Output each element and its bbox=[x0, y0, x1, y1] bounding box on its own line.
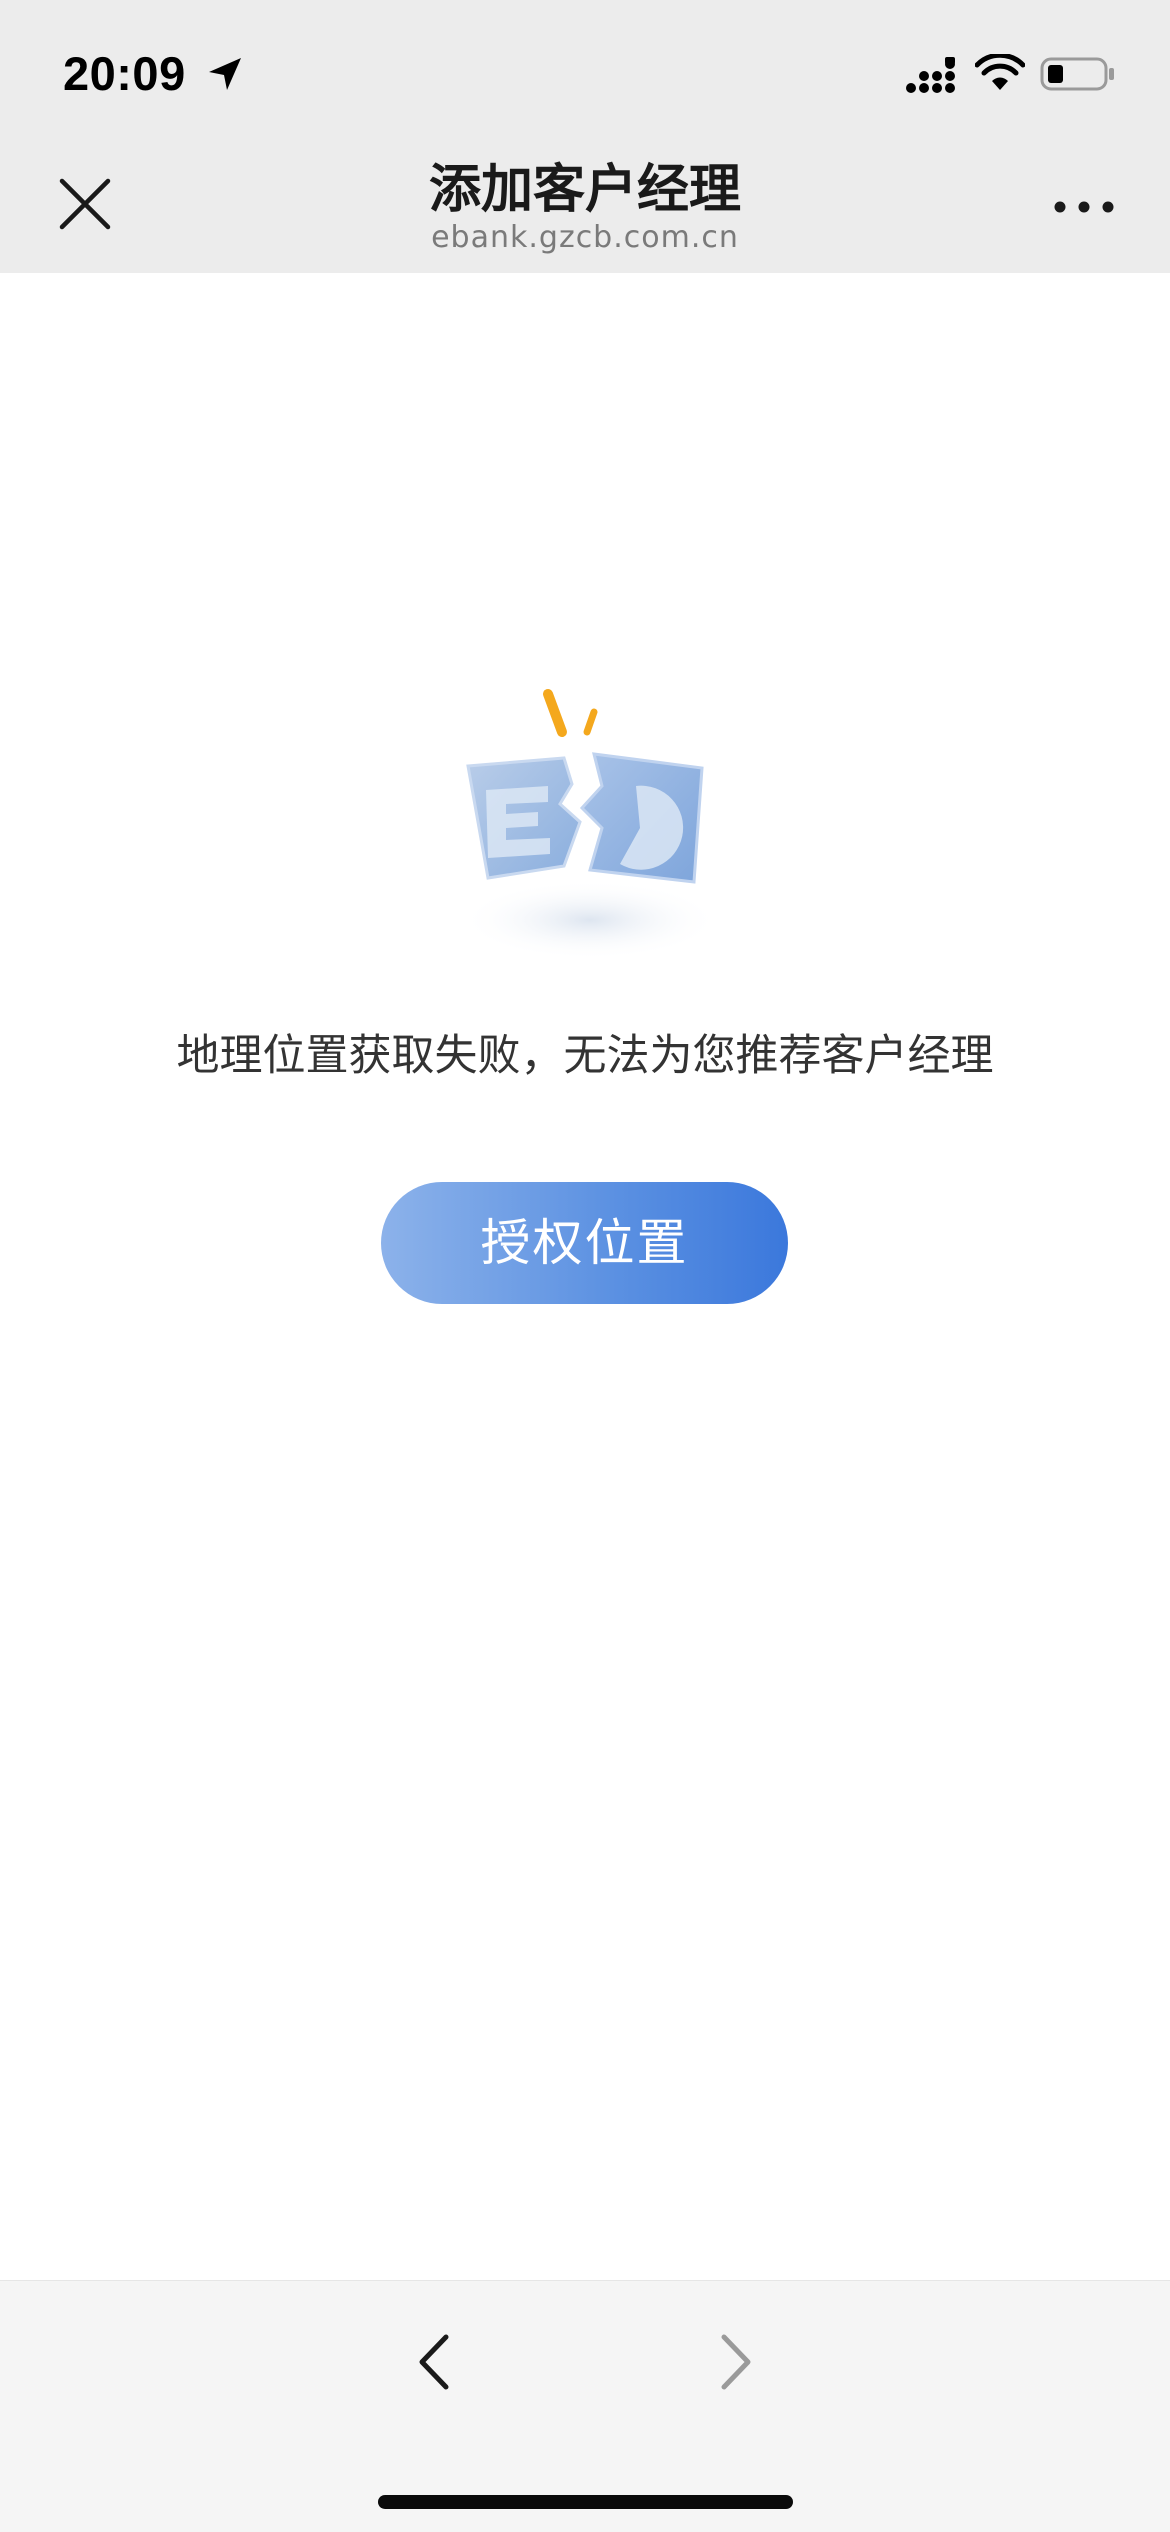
chevron-left-icon[interactable] bbox=[410, 2327, 460, 2397]
wifi-icon bbox=[975, 54, 1025, 90]
more-icon[interactable] bbox=[1052, 195, 1116, 219]
location-arrow-icon bbox=[209, 58, 241, 90]
authorize-location-button[interactable]: 授权位置 bbox=[381, 1182, 788, 1304]
broken-document-icon bbox=[460, 689, 720, 960]
chevron-right-icon[interactable] bbox=[710, 2327, 760, 2397]
location-error-message: 地理位置获取失败，无法为您推荐客户经理 bbox=[176, 1031, 994, 1081]
bottom-toolbar bbox=[0, 2280, 1170, 2532]
status-time: 20:09 bbox=[63, 47, 186, 100]
battery-icon bbox=[1040, 57, 1114, 91]
page-url: ebank.gzcb.com.cn bbox=[431, 220, 739, 255]
page-title: 添加客户经理 bbox=[428, 160, 741, 220]
home-indicator[interactable] bbox=[378, 2495, 793, 2509]
top-bar: 20:09 添加客户经理 ebank.gzcb.com.cn bbox=[0, 0, 1170, 273]
cellular-signal-icon bbox=[906, 57, 955, 93]
screen: 20:09 添加客户经理 ebank.gzcb.com.cn 地理位置获取失败，… bbox=[0, 0, 1170, 2532]
